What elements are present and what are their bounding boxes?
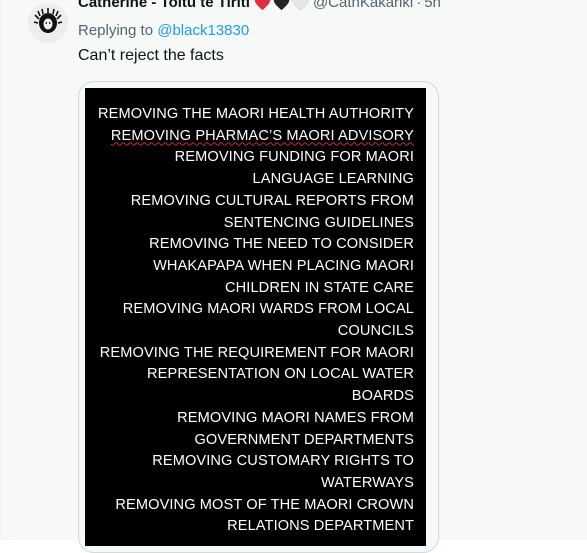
media-line: REMOVING THE NEED TO CONSIDER [149, 236, 414, 253]
media-line: REMOVING FUNDING FOR MAORI [174, 149, 414, 166]
media-card[interactable]: REMOVING THE MAORI HEALTH AUTHORITY REMO… [78, 81, 439, 553]
avatar-image [28, 3, 68, 43]
thread-line [47, 43, 49, 540]
tweet-header: Catherine - Toitu te Tiriti @CathKakarik… [78, 0, 441, 14]
media-line: CHILDREN IN STATE CARE [225, 279, 414, 296]
media-line: REMOVING THE REQUIREMENT FOR MAORI [99, 344, 414, 361]
media-line: REMOVING MAORI WARDS FROM LOCAL [122, 301, 414, 318]
media-line: REMOVING THE MAORI HEALTH AUTHORITY [98, 106, 414, 122]
media-line: REMOVING MOST OF THE MAORI CROWN [115, 496, 414, 513]
media-line: SENTENCING GUIDELINES [223, 214, 414, 231]
media-text: REMOVING THE MAORI HEALTH AUTHORITY REMO… [84, 104, 414, 538]
media-line: REMOVING CULTURAL REPORTS FROM [130, 192, 414, 209]
media-line: RELATIONS DEPARTMENT [227, 518, 414, 535]
media-line: WHAKAPAPA WHEN PLACING MAORI [153, 257, 414, 274]
avatar[interactable] [28, 3, 68, 43]
media-line: GOVERNMENT DEPARTMENTS [194, 431, 414, 448]
media-line: REMOVING CUSTOMARY RIGHTS TO [152, 453, 414, 470]
media-line: REMOVING MAORI NAMES FROM [177, 409, 414, 426]
replying-mention-link[interactable]: @black13830 [157, 22, 249, 39]
tweet-text: Can’t reject the facts [78, 47, 224, 64]
heart-emojis [254, 0, 309, 11]
replying-to: Replying to @black13830 [78, 20, 249, 42]
media-line: COUNCILS [337, 323, 414, 340]
media-image[interactable]: REMOVING THE MAORI HEALTH AUTHORITY REMO… [85, 88, 426, 546]
media-line: REMOVING PHARMAC’S MAORI ADVISORY [110, 127, 414, 144]
user-handle[interactable]: @CathKakariki [313, 0, 413, 14]
black-heart-icon [273, 0, 290, 11]
tweet-reply[interactable]: Catherine - Toitu te Tiriti @CathKakarik… [0, 0, 587, 553]
media-line: WATERWAYS [320, 474, 414, 491]
red-heart-icon [254, 0, 271, 11]
separator-dot: · [416, 0, 422, 11]
replying-prefix: Replying to [78, 22, 154, 39]
display-name[interactable]: Catherine - Toitu te Tiriti [78, 0, 250, 14]
media-line: REPRESENTATION ON LOCAL WATER [147, 366, 414, 383]
media-line: LANGUAGE LEARNING [252, 171, 414, 188]
timestamp[interactable]: 5h [424, 0, 441, 14]
white-heart-icon [292, 0, 309, 11]
media-line: BOARDS [351, 388, 414, 405]
